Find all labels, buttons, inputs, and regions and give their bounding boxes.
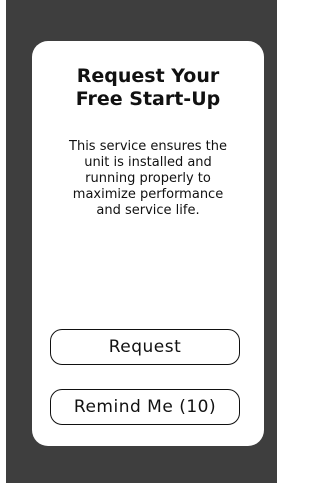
request-button[interactable]: Request [50, 329, 240, 365]
description-line-4: maximize performance [72, 187, 224, 202]
description-line-1: This service ensures the [69, 139, 227, 154]
remind-me-button[interactable]: Remind Me (10) [50, 389, 240, 425]
startup-request-dialog: Request Your Free Start-Up This service … [32, 41, 264, 446]
screen-background: Request Your Free Start-Up This service … [6, 0, 277, 483]
dialog-title-line-2: Free Start-Up [75, 88, 221, 110]
dialog-title-line-1: Request Your [76, 65, 220, 87]
dialog-title: Request Your Free Start-Up [32, 65, 264, 111]
description-line-5: and service life. [96, 203, 200, 218]
description-line-3: running properly to [85, 171, 211, 186]
description-line-2: unit is installed and [84, 155, 212, 170]
dialog-description: This service ensures the unit is install… [32, 139, 264, 219]
